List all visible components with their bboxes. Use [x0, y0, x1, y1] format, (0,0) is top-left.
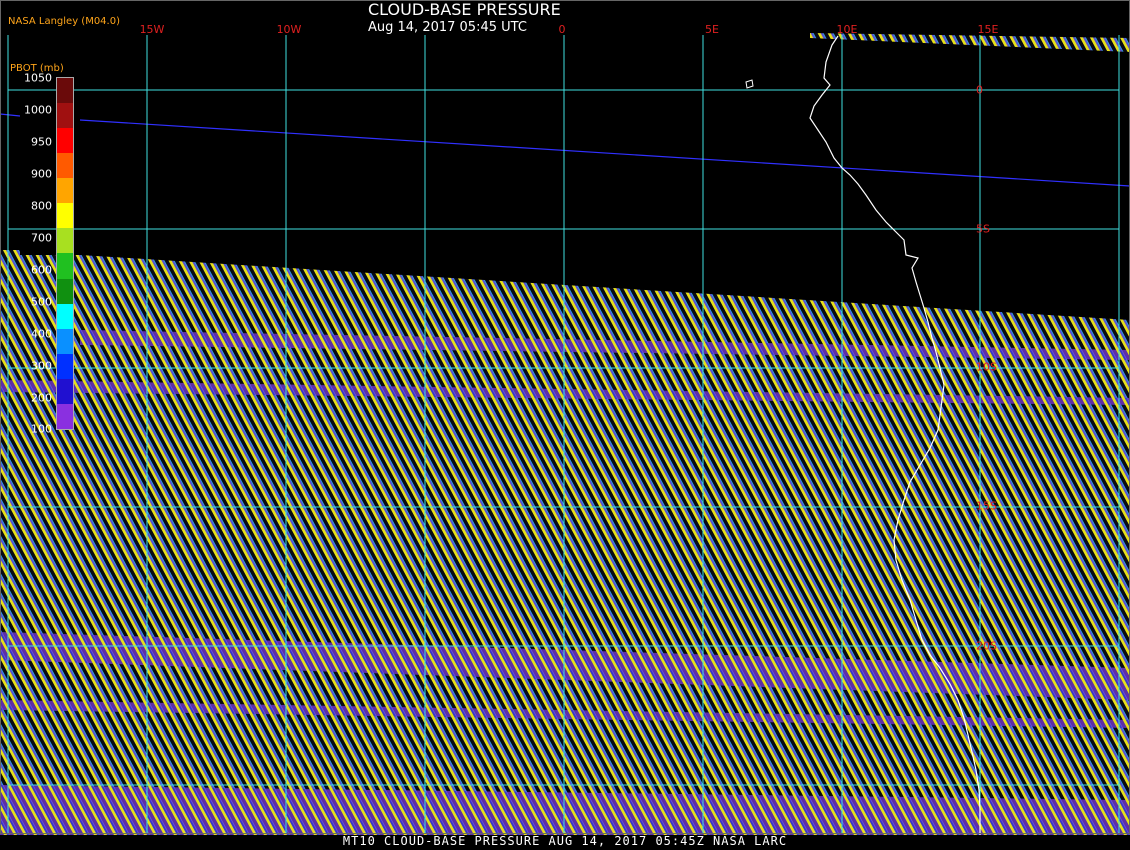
colorbar-tick-label: 1000 — [24, 103, 52, 117]
colorbar-tick-label: 300 — [31, 359, 52, 373]
cloud-base-map — [0, 0, 1130, 835]
colorbar-segment — [57, 278, 73, 304]
colorbar-tick-label: 700 — [31, 231, 52, 245]
lon-label-10e: 10E — [836, 23, 858, 36]
orbit-track-line — [79, 119, 1130, 187]
island-bioko — [745, 79, 754, 89]
colorbar-tick-label: 900 — [31, 167, 52, 181]
lon-label-5e: 5E — [705, 23, 719, 36]
lon-label-15w: 15W — [139, 23, 165, 36]
lon-label-15e: 15E — [977, 23, 999, 36]
map-timestamp: Aug 14, 2017 05:45 UTC — [368, 20, 527, 35]
colorbar-segment — [57, 178, 73, 204]
lat-label-10s: 10S — [976, 360, 997, 374]
colorbar-tick-label: 600 — [31, 263, 52, 277]
colorbar-segment — [57, 403, 73, 429]
colorbar-segment — [57, 203, 73, 229]
footer-caption: MT10 CLOUD-BASE PRESSURE AUG 14, 2017 05… — [342, 834, 788, 848]
lon-label-0: 0 — [558, 23, 566, 36]
lat-label-15s: 15S — [976, 499, 997, 513]
colorbar-segment — [57, 378, 73, 404]
colorbar-segment — [57, 328, 73, 354]
colorbar-tick-label: 400 — [31, 327, 52, 341]
colorbar-tick-label: 200 — [31, 391, 52, 405]
colorbar-segment — [57, 253, 73, 279]
cloud-swath-northeast — [810, 33, 1130, 52]
satellite-map-view: CLOUD-BASE PRESSURE Aug 14, 2017 05:45 U… — [0, 0, 1130, 850]
colorbar-tick-label: 800 — [31, 199, 52, 213]
orbit-track-line-west — [0, 113, 21, 117]
lat-label-0: 0 — [976, 83, 983, 97]
producer-credit: NASA Langley (M04.0) — [8, 16, 120, 27]
map-title: CLOUD-BASE PRESSURE — [368, 0, 561, 19]
colorbar-segment — [57, 228, 73, 254]
lat-label-20s: 20S — [976, 639, 997, 653]
colorbar-segment — [57, 153, 73, 179]
colorbar — [56, 77, 74, 430]
lon-label-10w: 10W — [276, 23, 302, 36]
colorbar-tick-label: 1050 — [24, 71, 52, 85]
colorbar-segment — [57, 103, 73, 129]
colorbar-segment — [57, 78, 73, 104]
colorbar-segment — [57, 303, 73, 329]
colorbar-segment — [57, 128, 73, 154]
colorbar-tick-label: 950 — [31, 135, 52, 149]
lat-label-5s: 5S — [976, 222, 990, 236]
colorbar-tick-label: 100 — [31, 422, 52, 436]
colorbar-tick-label: 500 — [31, 295, 52, 309]
colorbar-segment — [57, 353, 73, 379]
